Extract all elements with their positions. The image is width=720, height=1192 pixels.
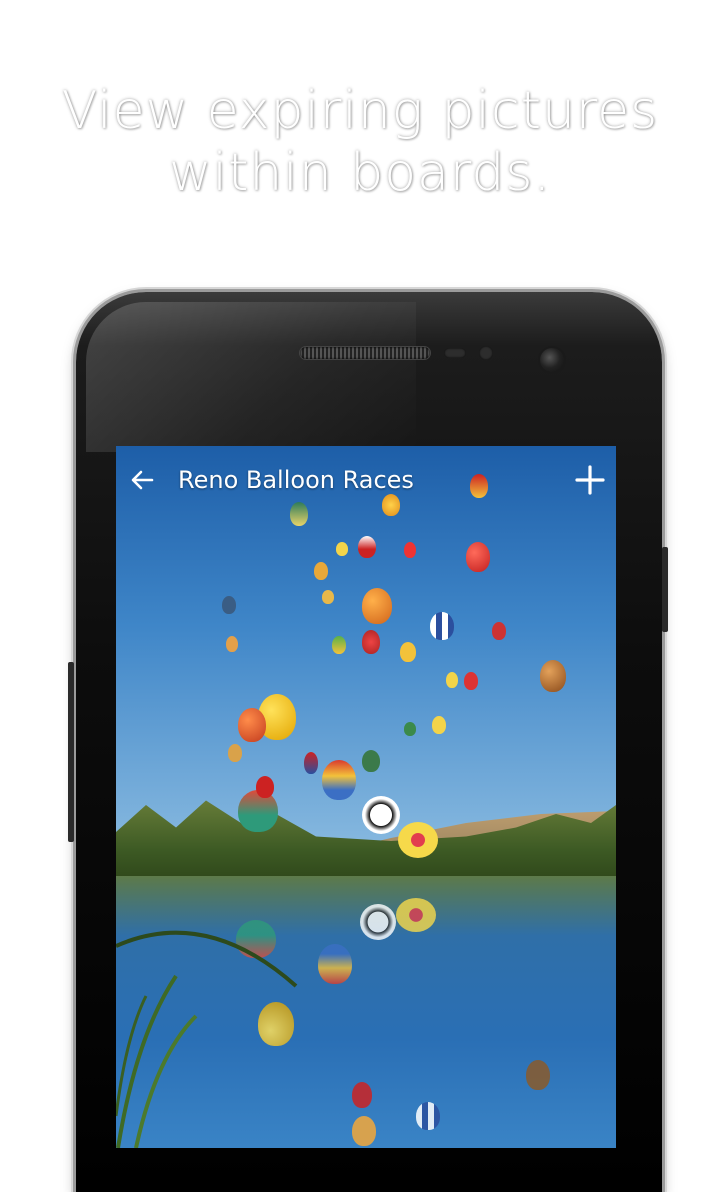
balloon-lake-photo[interactable] [116,446,616,1148]
balloon [464,672,478,690]
balloon [400,642,416,662]
app-bar: Reno Balloon Races [116,446,616,512]
balloon-reflection [360,904,396,940]
reeds [116,930,298,1148]
plus-icon [575,465,605,495]
balloon [332,636,346,654]
headline: View expiring pictures within boards. [0,80,720,204]
screen: Reno Balloon Races [116,446,616,1148]
balloon-reflection [318,944,352,984]
balloon [256,776,274,798]
volume-button [68,662,74,842]
balloon [362,750,380,772]
board-title: Reno Balloon Races [178,466,414,494]
balloon-reflection [352,1082,372,1108]
balloon [222,596,236,614]
balloon [226,636,238,652]
balloon [430,612,454,640]
balloon [238,708,266,742]
balloon [540,660,566,692]
balloon [398,822,438,858]
balloon [492,622,506,640]
balloon [322,760,356,800]
earpiece-speaker [300,347,430,359]
balloon [304,752,318,774]
balloon [322,590,334,604]
light-sensor [479,346,493,360]
proximity-sensor [444,348,466,358]
balloon [404,722,416,736]
phone-glare [86,302,416,452]
balloon [446,672,458,688]
add-button[interactable] [570,462,610,498]
balloon-reflection [526,1060,550,1090]
balloon [314,562,328,580]
balloon [362,796,400,834]
balloon-reflection [416,1102,440,1130]
balloon [362,630,380,654]
arrow-left-icon [131,470,154,490]
headline-line-1: View expiring pictures [61,81,659,141]
front-camera [540,348,564,372]
balloon [336,542,348,556]
power-button [662,547,668,632]
balloon-reflection [352,1116,376,1146]
balloon [362,588,392,624]
balloon-reflection [396,898,436,932]
balloon [404,542,416,558]
balloon [238,790,278,832]
balloon [466,542,490,572]
back-button[interactable] [122,462,162,498]
headline-line-2: within boards. [168,143,552,203]
balloon [432,716,446,734]
balloon [358,536,376,558]
balloon [228,744,242,762]
